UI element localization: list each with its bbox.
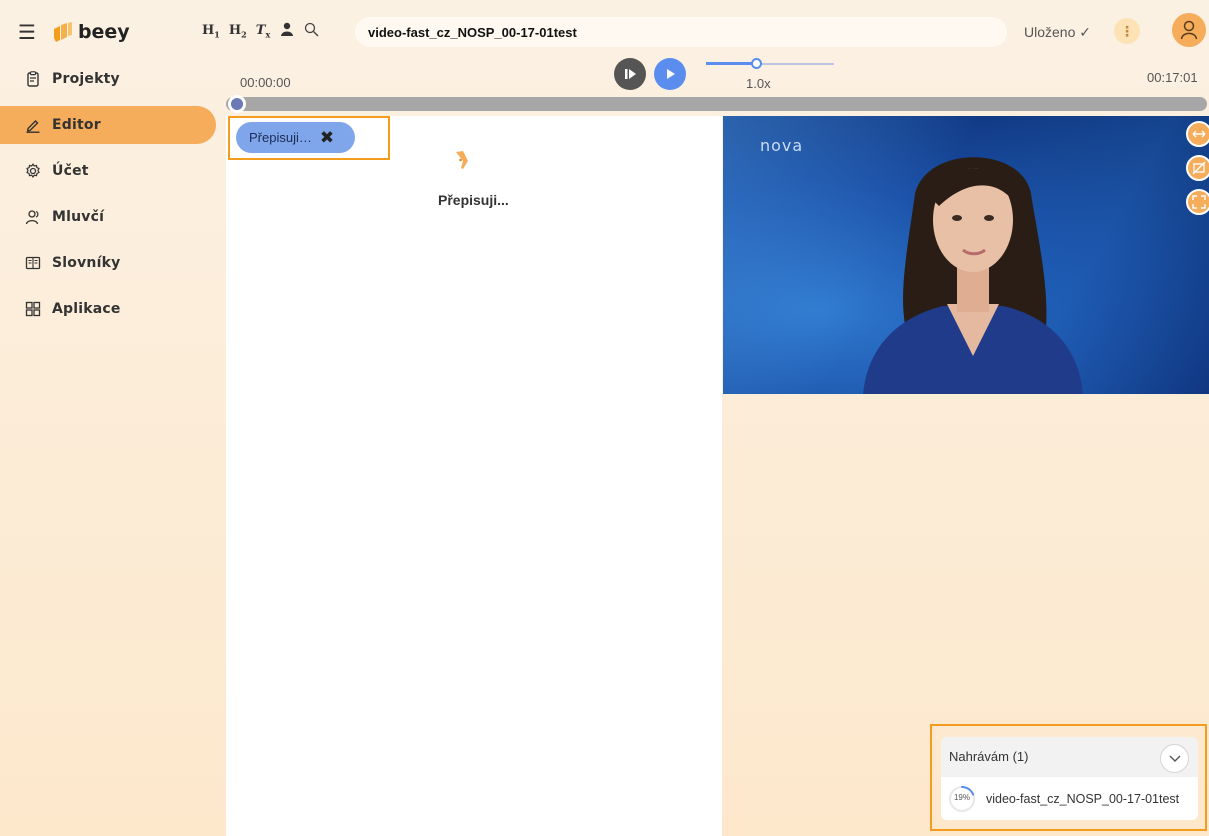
seek-knob[interactable] [228,95,246,113]
heading1-button[interactable]: H1 [202,23,220,40]
hamburger-menu-icon[interactable]: ☰ [18,20,36,44]
video-tools [1186,121,1209,215]
speed-knob[interactable] [750,58,762,69]
upload-panel: Nahrávám (1) 19% video-fast_cz_NOSP_00-1… [941,737,1198,820]
project-title-input[interactable] [355,17,1007,47]
transcript-editor[interactable] [226,116,722,836]
collapse-uploads-button[interactable] [1160,744,1189,773]
sidebar-item-label: Projekty [52,71,120,87]
sidebar-item-editor[interactable]: Editor [0,106,216,144]
news-presenter-image [863,157,1083,394]
projects-icon [24,70,42,88]
clear-format-button[interactable]: Tx [256,23,270,40]
speed-label: 1.0x [746,76,771,91]
status-chip-label: Přepisuji… [249,130,312,145]
play-button[interactable] [654,58,686,90]
brand-bar: ☰ beey [18,18,130,46]
user-icon [1180,20,1198,40]
brand-name: beey [77,21,130,43]
skip-forward-button[interactable] [614,58,646,90]
sidebar-item-label: Mluvčí [52,209,105,225]
channel-watermark: nova [760,136,804,155]
current-time: 00:00:00 [240,75,291,90]
logo[interactable]: beey [50,20,130,44]
speaker-icon[interactable] [279,22,295,41]
search-icon[interactable] [304,22,319,41]
video-player[interactable]: nova [723,116,1209,394]
upload-file-name: video-fast_cz_NOSP_00-17-01test [986,791,1180,806]
chevron-down-icon [1169,755,1180,762]
sidebar-item-label: Editor [52,117,101,133]
more-options-icon[interactable]: ⋮ [1114,18,1140,44]
user-avatar[interactable] [1172,13,1206,47]
edit-pen-icon [24,116,42,134]
beey-logo-icon [53,22,72,42]
upload-item: 19% video-fast_cz_NOSP_00-17-01test [941,777,1198,820]
sidebar-item-apps[interactable]: Aplikace [0,286,225,332]
saved-status: Uloženo ✓ [1024,24,1091,40]
heading1-label: H [202,23,215,39]
clear-format-sub: x [265,29,271,40]
sidebar-item-label: Aplikace [52,301,121,317]
sidebar-item-speakers[interactable]: Mluvčí [0,194,225,240]
speed-fill [706,62,756,65]
swap-layout-icon[interactable] [1186,121,1209,147]
clear-format-label: T [255,23,266,39]
format-toolbar: H1 H2 Tx [202,22,319,41]
heading2-button[interactable]: H2 [229,23,247,40]
transcribing-spinner-icon [456,151,468,169]
heading2-label: H [228,23,242,39]
transcribing-status-chip: Přepisuji… ✖ [236,122,355,153]
speakers-icon [24,208,42,226]
settings-gear-icon [24,162,42,180]
sidebar-item-account[interactable]: Účet [0,148,225,194]
heading2-sub: 2 [241,29,247,40]
dictionary-icon [24,254,42,272]
fullscreen-icon[interactable] [1186,189,1209,215]
skip-play-icon [625,69,636,79]
apps-grid-icon [24,300,42,318]
playback-speed-slider[interactable] [706,58,834,70]
sidebar-item-dictionaries[interactable]: Slovníky [0,240,225,286]
play-icon [667,69,675,79]
sidebar-item-label: Slovníky [52,255,121,271]
transcribing-message: Přepisuji... [438,192,509,208]
upload-header: Nahrávám (1) [949,749,1029,764]
seek-bar[interactable] [226,95,1207,113]
sidebar-item-label: Účet [52,163,89,179]
sidebar: ☰ beey Projekty Editor Účet Mluvčí Slovn… [0,0,225,836]
heading1-sub: 1 [214,29,220,40]
upload-percent: 19% [953,792,970,802]
sidebar-nav: Projekty Editor Účet Mluvčí Slovníky Apl… [0,56,225,332]
sidebar-item-projects[interactable]: Projekty [0,56,225,102]
hide-video-icon[interactable] [1186,155,1209,181]
upload-progress-ring: 19% [947,784,977,814]
total-time: 00:17:01 [1147,70,1198,85]
cancel-transcription-icon[interactable]: ✖ [320,128,334,148]
